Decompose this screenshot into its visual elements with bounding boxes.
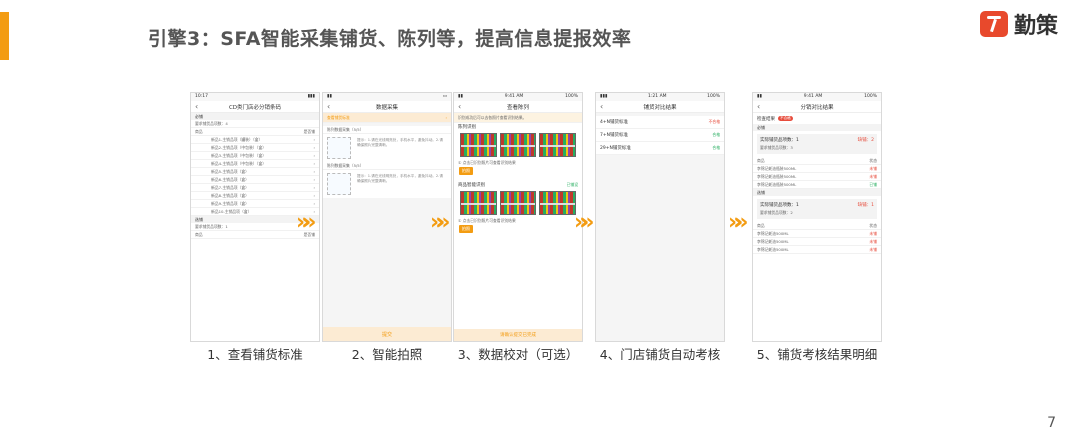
status-label: 合格 xyxy=(712,145,720,150)
table-row: 李锦记蚝油瓶装500ML 未铺 xyxy=(753,173,881,181)
nav-title: 分销对比结果 xyxy=(800,104,834,111)
brand-logo: 勤策 xyxy=(979,8,1058,40)
table-row: 李锦记蚝油瓶装500ML 已铺 xyxy=(753,181,881,189)
list-item[interactable]: 新品8-主销品项（盒） › xyxy=(191,192,319,200)
back-icon[interactable]: ‹ xyxy=(600,102,603,111)
step-caption-1: 1、查看铺货标准 xyxy=(207,347,303,362)
section-label: 选铺 xyxy=(195,216,203,222)
shelf-photo[interactable] xyxy=(499,191,537,215)
back-icon[interactable]: ‹ xyxy=(757,102,760,111)
photo-upload-slot[interactable] xyxy=(327,137,351,159)
section-label: 选铺 xyxy=(753,189,881,196)
shelf-photo[interactable] xyxy=(460,133,497,157)
page-title: 引擎3：SFA智能采集铺货、陈列等，提高信息提报效率 xyxy=(148,28,632,50)
phone-screenshot-5: ▮▮ 9:41 AM 100% ‹ 分销对比结果 检查结果 不合格 必铺 实际铺货品项数：… xyxy=(752,92,882,342)
chevron-right-icon: »» xyxy=(574,210,595,235)
nav-title: 铺货对比结果 xyxy=(643,104,677,111)
status-label: 不合格 xyxy=(708,119,720,124)
battery-icon: ▭ xyxy=(442,94,447,99)
back-icon[interactable]: ‹ xyxy=(195,102,198,111)
back-icon[interactable]: ‹ xyxy=(327,102,330,111)
list-item[interactable]: 新品6-主销品项（盒） › xyxy=(191,176,319,184)
nav-title: 数据采集 xyxy=(375,104,398,111)
nav-title: 查看陈列 xyxy=(506,104,529,111)
status-time: 10:17 xyxy=(195,94,208,99)
signal-icon: ▮▮ xyxy=(757,94,762,99)
step-caption-5: 5、铺货考核结果明细 xyxy=(756,347,878,362)
list-item[interactable]: 新品3-主销品项（中包装）（盒） › xyxy=(191,152,319,160)
confirm-submit-button[interactable]: 请确认提交已完成 xyxy=(454,329,582,341)
signal-icon: ▮▮▮ xyxy=(600,94,608,99)
photo-upload-slot[interactable] xyxy=(327,173,351,195)
phone-screenshot-3: ▮▮ 9:41 AM 100% ‹ 查看陈列 识别成功后可以去各照片查看识别结果。 陈… xyxy=(453,92,583,342)
chevron-right-icon: › xyxy=(313,169,315,174)
table-row: 李锦记蚝油瓶装500ML 未铺 xyxy=(753,165,881,173)
result-row[interactable]: 29+N铺货标准 合格 xyxy=(596,142,724,155)
chevron-right-icon: › xyxy=(313,209,315,214)
table-row: 李锦记蚝油500ML 未铺 xyxy=(753,230,881,238)
result-row[interactable]: 7+N铺货标准 合格 xyxy=(596,129,724,142)
chevron-right-icon: › xyxy=(313,185,315,190)
shelf-photo[interactable] xyxy=(460,191,497,215)
chevron-right-icon: »» xyxy=(296,210,317,235)
shelf-photo[interactable] xyxy=(539,191,577,215)
table-row: 李锦记蚝油500ML 未铺 xyxy=(753,246,881,254)
phone-screenshot-4: ▮▮▮ 1:21 AM 100% ‹ 铺货对比结果 4+N铺货标准 不合格 7+N铺货标准… xyxy=(595,92,725,342)
item-list: 新品1-主销品项（罐装）（盒） › 新品2-主销品项（中包装）（盒） › 新品3-主销品… xyxy=(191,136,319,216)
summary-box: 实际铺货品项数：1 缺铺：2 要求铺货品项数：3 xyxy=(757,134,877,154)
chevron-right-icon: › xyxy=(313,137,315,142)
logo-text: 勤策 xyxy=(1013,14,1058,39)
list-item[interactable]: 新品1-主销品项（罐装）（盒） › xyxy=(191,136,319,144)
accent-bar xyxy=(0,12,9,60)
list-item[interactable]: 新品7-主销品项（盒） › xyxy=(191,184,319,192)
list-item[interactable]: 新品4-主销品项（中包装）（盒） › xyxy=(191,160,319,168)
step-caption-2: 2、智能拍照 xyxy=(351,347,423,362)
chevron-right-icon: › xyxy=(313,145,315,150)
shelf-photo[interactable] xyxy=(499,133,537,157)
list-item[interactable]: 新品5-主销品项（盒） › xyxy=(191,168,319,176)
photo-button[interactable]: 拍照 xyxy=(459,225,473,233)
qince-logo-icon xyxy=(979,11,1008,37)
chevron-right-icon: › xyxy=(313,153,315,158)
chevron-right-icon: »» xyxy=(430,210,451,235)
view-standard-link[interactable]: 查看铺货标准 › xyxy=(323,113,451,123)
table-row: 李锦记蚝油500ML 未铺 xyxy=(753,238,881,246)
section-note: 要求铺货品项数：4 xyxy=(195,120,228,126)
status-badge: 不合格 xyxy=(778,116,793,121)
section-label: 必铺 xyxy=(195,113,203,119)
signal-icon: ▮▮ xyxy=(458,94,463,99)
photo-button[interactable]: 拍照 xyxy=(459,167,473,175)
list-item[interactable]: 新品2-主销品项（中包装）（盒） › xyxy=(191,144,319,152)
chevron-right-icon: › xyxy=(313,193,315,198)
page-number: 7 xyxy=(1047,415,1056,431)
shelf-photo[interactable] xyxy=(539,133,577,157)
result-list: 4+N铺货标准 不合格 7+N铺货标准 合格 29+N铺货标准 合格 xyxy=(596,116,724,155)
chevron-right-icon: »» xyxy=(728,210,749,235)
step-caption-3: 3、数据校对（可选） xyxy=(457,347,579,362)
step-caption-4: 4、门店铺货自动考核 xyxy=(599,347,721,362)
list-item[interactable]: 新品9-主销品项（盒） › xyxy=(191,200,319,208)
nav-title: CD类门店必分销条码 xyxy=(228,104,282,111)
chevron-right-icon: › xyxy=(313,177,315,182)
summary-box: 实际铺货品项数：1 缺铺：1 要求铺货品项数：2 xyxy=(757,199,877,219)
signal-icon: ▮▮ xyxy=(327,94,332,99)
nav-bar: ‹ CD类门店必分销条码 xyxy=(191,101,319,113)
submit-button[interactable]: 提交 xyxy=(323,327,451,341)
result-row[interactable]: 4+N铺货标准 不合格 xyxy=(596,116,724,129)
status-label: 合格 xyxy=(712,132,720,137)
section-label: 必铺 xyxy=(753,124,881,131)
chevron-right-icon: › xyxy=(313,201,315,206)
chevron-right-icon: › xyxy=(313,161,315,166)
back-icon[interactable]: ‹ xyxy=(458,102,461,111)
signal-icon: ▮▮▮ xyxy=(307,94,315,99)
